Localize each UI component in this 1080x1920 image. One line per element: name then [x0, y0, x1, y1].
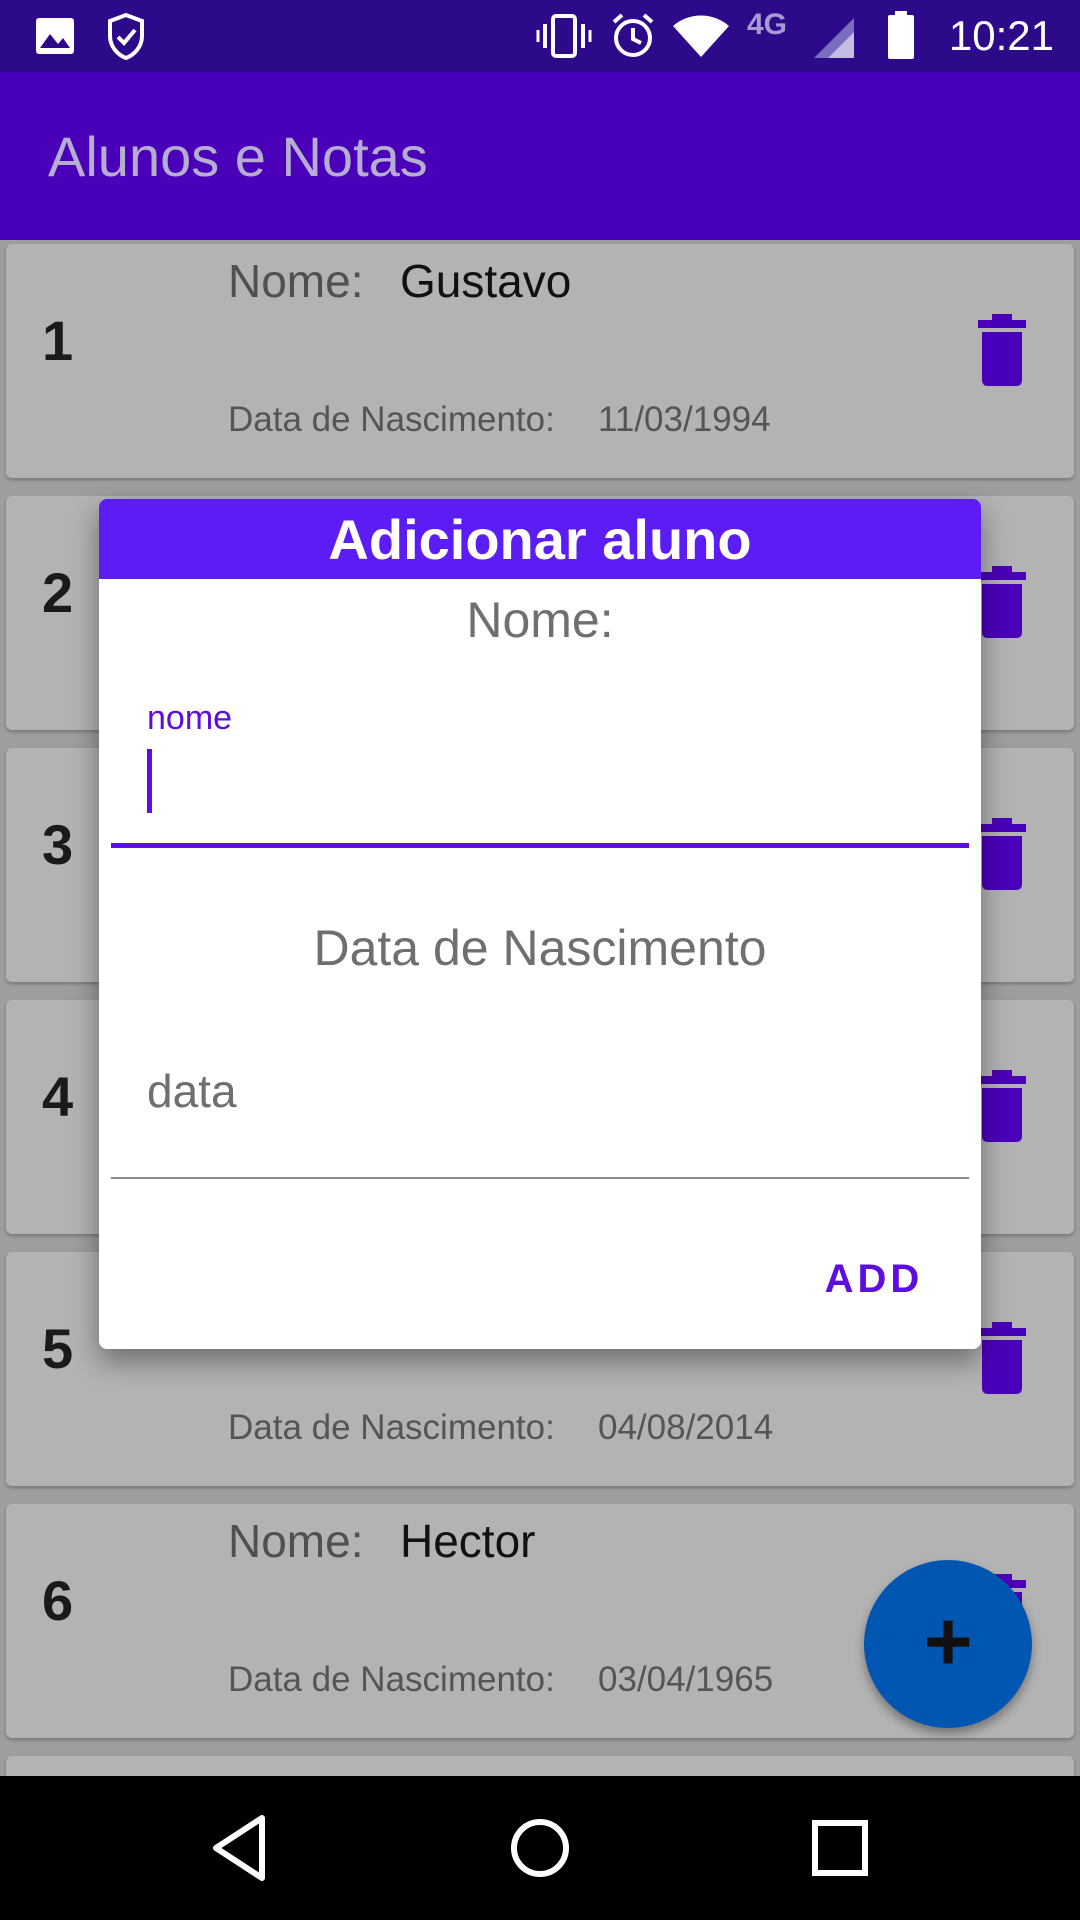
clock: 10:21: [948, 12, 1054, 59]
navigation-bar: [0, 1776, 1080, 1920]
item-number: 3: [42, 813, 74, 876]
name-heading: Nome:: [466, 592, 614, 648]
item-number: 2: [42, 561, 74, 624]
student-name: Hector: [400, 1515, 536, 1567]
back-icon[interactable]: [200, 1808, 280, 1888]
name-input[interactable]: [111, 735, 969, 819]
battery-icon: [888, 11, 914, 59]
add-student-dialog: Adicionar aluno Nome: nome Data de Nasci…: [99, 499, 981, 1349]
birthdate-label: Data de Nascimento:: [228, 1408, 555, 1447]
item-number: 1: [42, 309, 74, 372]
plus-icon: +: [923, 1594, 973, 1688]
name-input-underline: [111, 843, 969, 848]
list-item[interactable]: [6, 1756, 1074, 1776]
dialog-title: Adicionar aluno: [328, 508, 752, 571]
recents-icon[interactable]: [800, 1808, 880, 1888]
shield-check-icon: [108, 12, 144, 60]
item-number: 6: [42, 1569, 74, 1632]
screen: 4G 10:21 Alunos e Notas 1 Nome: Gustavo Dat…: [0, 0, 1080, 1920]
status-bar: 4G 10:21: [0, 0, 1080, 72]
list-item[interactable]: 1 Nome: Gustavo Data de Nascimento: 11/03/19…: [6, 244, 1074, 478]
item-number: 5: [42, 1317, 74, 1380]
vibrate-icon: [536, 14, 592, 58]
name-floating-label: nome: [147, 699, 233, 737]
student-birthdate: 11/03/1994: [598, 400, 771, 439]
delete-icon[interactable]: [974, 1070, 1030, 1144]
delete-icon[interactable]: [974, 314, 1030, 388]
name-label: Nome:: [228, 1515, 364, 1567]
app-title: Alunos e Notas: [48, 125, 428, 188]
wifi-icon: [673, 15, 729, 57]
student-name: Gustavo: [400, 255, 572, 307]
birthdate-label: Data de Nascimento:: [228, 400, 555, 439]
delete-icon[interactable]: [974, 1322, 1030, 1396]
dialog-header: Adicionar aluno: [99, 499, 981, 579]
item-number: 4: [42, 1065, 74, 1128]
alarm-icon: [612, 13, 654, 57]
birthdate-heading: Data de Nascimento: [313, 920, 767, 976]
birthdate-input[interactable]: [111, 1049, 969, 1133]
student-birthdate: 04/08/2014: [598, 1408, 774, 1447]
name-label: Nome:: [228, 255, 364, 307]
add-button[interactable]: ADD: [799, 1243, 949, 1315]
delete-icon[interactable]: [974, 818, 1030, 892]
birthdate-input-underline: [111, 1177, 969, 1179]
birthdate-label: Data de Nascimento:: [228, 1660, 555, 1699]
image-icon: [36, 18, 74, 54]
student-birthdate: 03/04/1965: [598, 1660, 774, 1699]
delete-icon[interactable]: [974, 566, 1030, 640]
signal-icon: [814, 18, 854, 58]
network-type: 4G: [747, 8, 788, 41]
home-icon[interactable]: [500, 1808, 580, 1888]
app-bar: Alunos e Notas: [0, 72, 1080, 240]
add-student-fab[interactable]: +: [864, 1560, 1032, 1728]
